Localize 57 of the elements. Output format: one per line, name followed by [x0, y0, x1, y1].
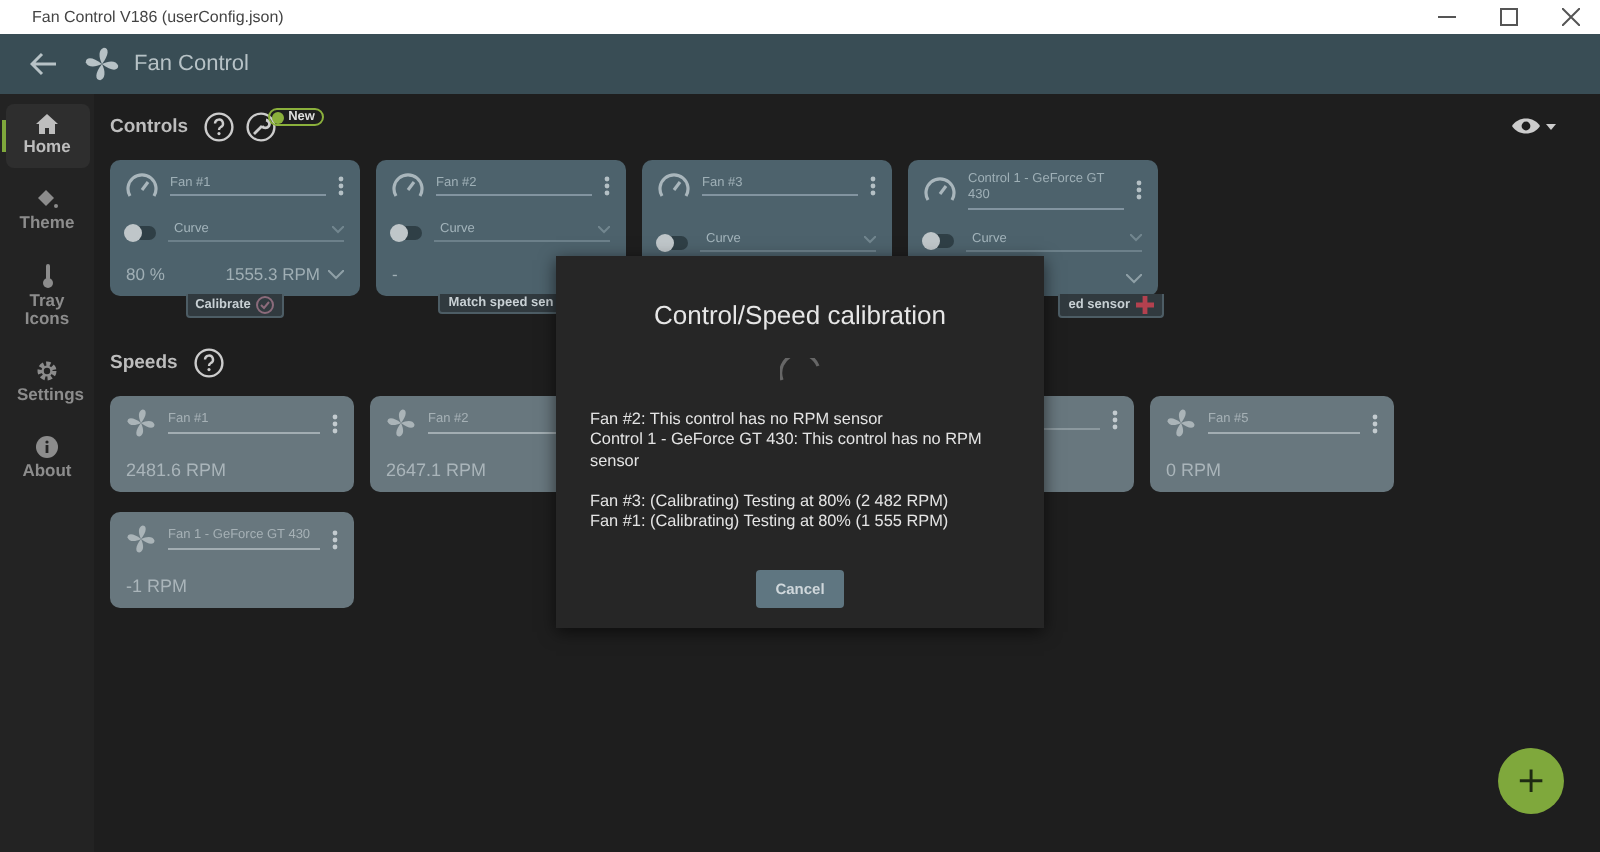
more-icon[interactable] [332, 413, 338, 433]
fan-icon [1166, 408, 1196, 438]
rpm-value: 1555.3 RPM [225, 264, 320, 284]
section-title: Controls [110, 115, 189, 137]
status-message: Fan #2: This control has no RPM sensor [590, 410, 885, 431]
thermometer-icon [41, 263, 53, 288]
add-button[interactable]: + [1498, 748, 1564, 814]
app-title: Fan Control [134, 52, 249, 76]
help-icon[interactable] [193, 347, 224, 377]
paint-bucket-icon [36, 187, 58, 210]
more-icon[interactable] [1136, 180, 1142, 201]
spinner-icon [780, 358, 820, 382]
fan-icon [126, 524, 156, 554]
fan-icon [386, 408, 416, 438]
status-message: Fan #3: (Calibrating) Testing at 80% (2 482 RPM) [590, 491, 951, 512]
toggle-switch[interactable] [924, 234, 954, 249]
sidebar-item[interactable]: Theme [5, 177, 89, 244]
rpm-value: 2481.6 RPM [126, 460, 229, 480]
rpm-value: 0 RPM [1166, 460, 1224, 480]
sidebar-item[interactable]: Tray Icons [5, 253, 89, 341]
rpm-value: -1 RPM [126, 576, 190, 596]
toggle-switch[interactable] [658, 235, 688, 249]
more-icon[interactable] [604, 176, 610, 196]
more-icon[interactable] [1112, 409, 1118, 429]
more-icon[interactable] [338, 176, 344, 196]
dialog-title: Control/Speed calibration [654, 300, 946, 330]
settings-icon [36, 360, 58, 383]
sidebar-item[interactable]: Settings [5, 350, 89, 416]
more-icon[interactable] [870, 176, 876, 196]
gauge-icon [658, 172, 690, 200]
section-title: Speeds [110, 351, 178, 373]
info-icon [36, 435, 58, 458]
percent-value: 80 % [126, 264, 165, 284]
maximize-icon[interactable] [1500, 8, 1518, 26]
sidebar-item[interactable]: About [5, 425, 89, 492]
toggle-switch[interactable] [126, 225, 156, 239]
status-message: Control 1 - GeForce GT 430: This control has no RPM sensor [590, 430, 984, 472]
close-icon[interactable] [1562, 8, 1580, 26]
status-message: Fan #1: (Calibrating) Testing at 80% (1 555 RPM) [590, 512, 951, 533]
gauge-icon [126, 172, 158, 200]
more-icon[interactable] [1372, 413, 1378, 433]
window-title: Fan Control V186 (userConfig.json) [32, 8, 284, 26]
fan-icon [126, 408, 156, 438]
home-icon [36, 114, 58, 134]
gauge-icon [924, 176, 956, 205]
percent-value: - [392, 264, 398, 284]
fan-icon [84, 46, 120, 82]
gauge-icon [392, 172, 424, 200]
check-circle-icon [256, 296, 275, 314]
wrench-icon[interactable] [246, 111, 277, 141]
more-icon[interactable] [332, 529, 338, 549]
toggle-switch[interactable] [392, 225, 422, 239]
plus-icon [1136, 296, 1154, 314]
eye-icon[interactable] [1512, 116, 1556, 136]
back-arrow-icon[interactable] [30, 52, 58, 76]
help-icon[interactable] [204, 111, 235, 141]
sidebar-item[interactable]: Home [5, 104, 89, 168]
